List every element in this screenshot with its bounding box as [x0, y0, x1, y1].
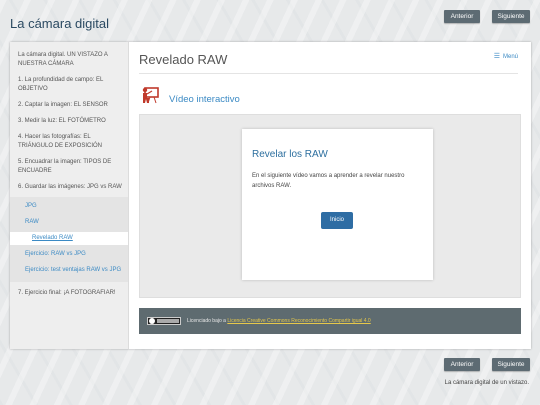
video-start-card: Revelar los RAW En el siguiente vídeo va…: [242, 129, 433, 280]
idevice-title: Vídeo interactivo: [169, 94, 240, 105]
sidebar-item-ejercicio-final[interactable]: 7. Ejercicio final: ¡A FOTOGRAFIAR!: [10, 289, 128, 298]
video-container: Revelar los RAW En el siguiente vídeo va…: [139, 114, 521, 298]
creative-commons-icon[interactable]: [147, 317, 181, 325]
sidebar-item-triangulo[interactable]: 4. Hacer las fotografías: EL TRIÁNGULO D…: [10, 133, 128, 151]
bottom-next-button[interactable]: Siguiente: [492, 358, 530, 371]
sidebar-item-intro[interactable]: La cámara digital. UN VISTAZO A NUESTRA …: [10, 51, 128, 69]
bottom-prev-button[interactable]: Anterior: [444, 358, 480, 371]
hamburger-icon: ☰: [493, 53, 500, 60]
footer-text: La cámara digital de un vistazo.: [444, 380, 529, 386]
license-prefix: Licenciado bajo a: [187, 318, 228, 324]
sidebar-subgroup: JPG RAW Revelado RAW Ejercicio: RAW vs J…: [10, 197, 128, 282]
card-description: En el siguiente vídeo vamos a aprender a…: [252, 173, 405, 189]
menu-toggle[interactable]: ☰ Menú: [494, 52, 518, 60]
main-content: Revelado RAW ☰ Menú Vídeo interactivo Rev…: [129, 42, 531, 349]
sidebar-subitem-ejercicio-raw-jpg[interactable]: Ejercicio: RAW vs JPG: [10, 248, 128, 261]
sidebar-subitem-test-ventajas[interactable]: Ejercicio: test ventajas RAW vs JPG: [10, 264, 128, 277]
menu-label: Menú: [502, 54, 518, 60]
license-bar: Licenciado bajo a Licencia Creative Comm…: [139, 308, 521, 334]
sidebar-item-fotometro[interactable]: 3. Medir la luz: EL FOTÓMETRO: [10, 117, 128, 126]
sidebar-subitem-revelado-raw[interactable]: Revelado RAW: [10, 232, 128, 245]
start-button[interactable]: Inicio: [321, 212, 353, 229]
license-link[interactable]: Licencia Creative Commons Reconocimiento…: [227, 318, 370, 324]
content-panel: La cámara digital. UN VISTAZO A NUESTRA …: [10, 42, 531, 349]
site-title: La cámara digital: [10, 16, 109, 31]
sidebar-item-objetivo[interactable]: 1. La profundidad de campo: EL OBJETIVO: [10, 76, 128, 94]
sidebar-item-sensor[interactable]: 2. Captar la imagen: EL SENSOR: [10, 101, 128, 110]
top-next-button[interactable]: Siguiente: [492, 10, 530, 23]
license-text: Licenciado bajo a Licencia Creative Comm…: [187, 318, 371, 324]
sidebar-item-jpg-vs-raw[interactable]: 6. Guardar las imágenes: JPG vs RAW: [10, 183, 128, 192]
sidebar-nav: La cámara digital. UN VISTAZO A NUESTRA …: [10, 42, 129, 349]
sidebar-subitem-jpg[interactable]: JPG: [10, 200, 128, 213]
sidebar-item-encuadre[interactable]: 5. Encuadrar la imagen: TIPOS DE ENCUADR…: [10, 158, 128, 176]
page-title: Revelado RAW: [139, 52, 228, 67]
presentation-icon: [142, 87, 159, 104]
sidebar-subitem-raw[interactable]: RAW: [10, 216, 128, 229]
top-prev-button[interactable]: Anterior: [444, 10, 480, 23]
card-title: Revelar los RAW: [252, 149, 328, 160]
title-divider: [139, 73, 518, 74]
